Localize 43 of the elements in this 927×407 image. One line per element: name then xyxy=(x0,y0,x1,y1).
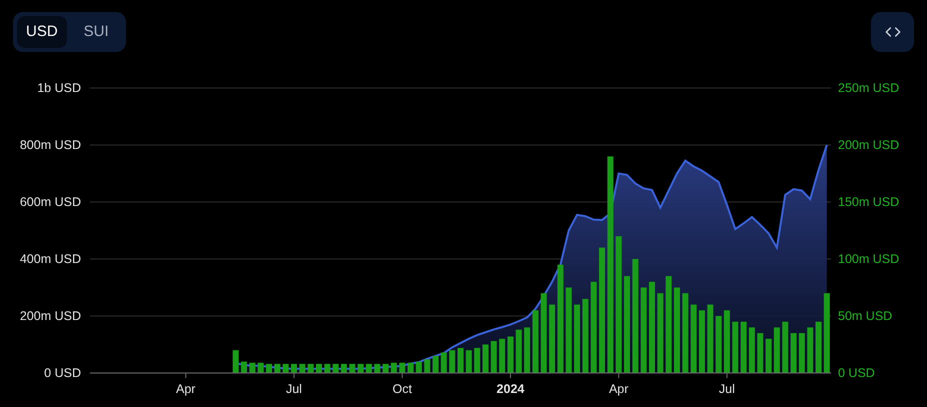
volume-bar xyxy=(449,350,456,373)
volume-bar xyxy=(574,304,580,373)
y-axis-label: 150m USD xyxy=(838,195,900,209)
volume-bar xyxy=(549,304,556,373)
y-axis-label: 1b USD xyxy=(37,81,81,95)
volume-bar xyxy=(424,359,430,373)
volume-bar xyxy=(716,316,722,373)
y-axis-label: 0 USD xyxy=(44,366,81,380)
y-axis-label: 200m USD xyxy=(20,309,81,323)
volume-bar xyxy=(458,348,464,373)
y-axis-label: 100m USD xyxy=(838,252,900,266)
volume-bar xyxy=(241,362,248,373)
y-axis-label: 250m USD xyxy=(838,81,900,95)
x-axis-label: Apr xyxy=(176,382,196,396)
currency-tab[interactable]: SUI xyxy=(70,16,122,48)
volume-bar xyxy=(408,362,414,373)
x-axis-label: Jul xyxy=(718,382,735,396)
volume-bar xyxy=(757,333,764,373)
y-axis-label: 200m USD xyxy=(838,138,900,152)
volume-bar xyxy=(690,304,697,373)
volume-bar xyxy=(816,322,822,373)
x-axis-label: Oct xyxy=(392,382,412,396)
y-axis-label: 400m USD xyxy=(20,252,81,266)
y-axis-label: 800m USD xyxy=(20,138,81,152)
volume-bar xyxy=(474,348,480,373)
volume-bar xyxy=(766,338,772,373)
volume-bar xyxy=(524,327,530,373)
y-axis-label: 600m USD xyxy=(20,195,81,209)
volume-bar xyxy=(258,362,264,373)
volume-bar xyxy=(232,350,239,373)
y-axis-label: 50m USD xyxy=(838,309,892,323)
volume-bar xyxy=(807,327,814,373)
volume-bar xyxy=(782,322,788,373)
volume-bar xyxy=(790,333,797,373)
volume-bar xyxy=(499,338,506,373)
y-axis-label: 0 USD xyxy=(838,366,875,380)
currency-tab[interactable]: USD xyxy=(17,16,67,48)
x-axis-label: 2024 xyxy=(496,382,524,396)
x-axis-label: Jul xyxy=(286,382,302,396)
volume-bar xyxy=(399,362,406,373)
volume-bar xyxy=(740,322,747,373)
x-axis-label: Apr xyxy=(608,382,628,396)
embed-button[interactable] xyxy=(871,12,914,52)
